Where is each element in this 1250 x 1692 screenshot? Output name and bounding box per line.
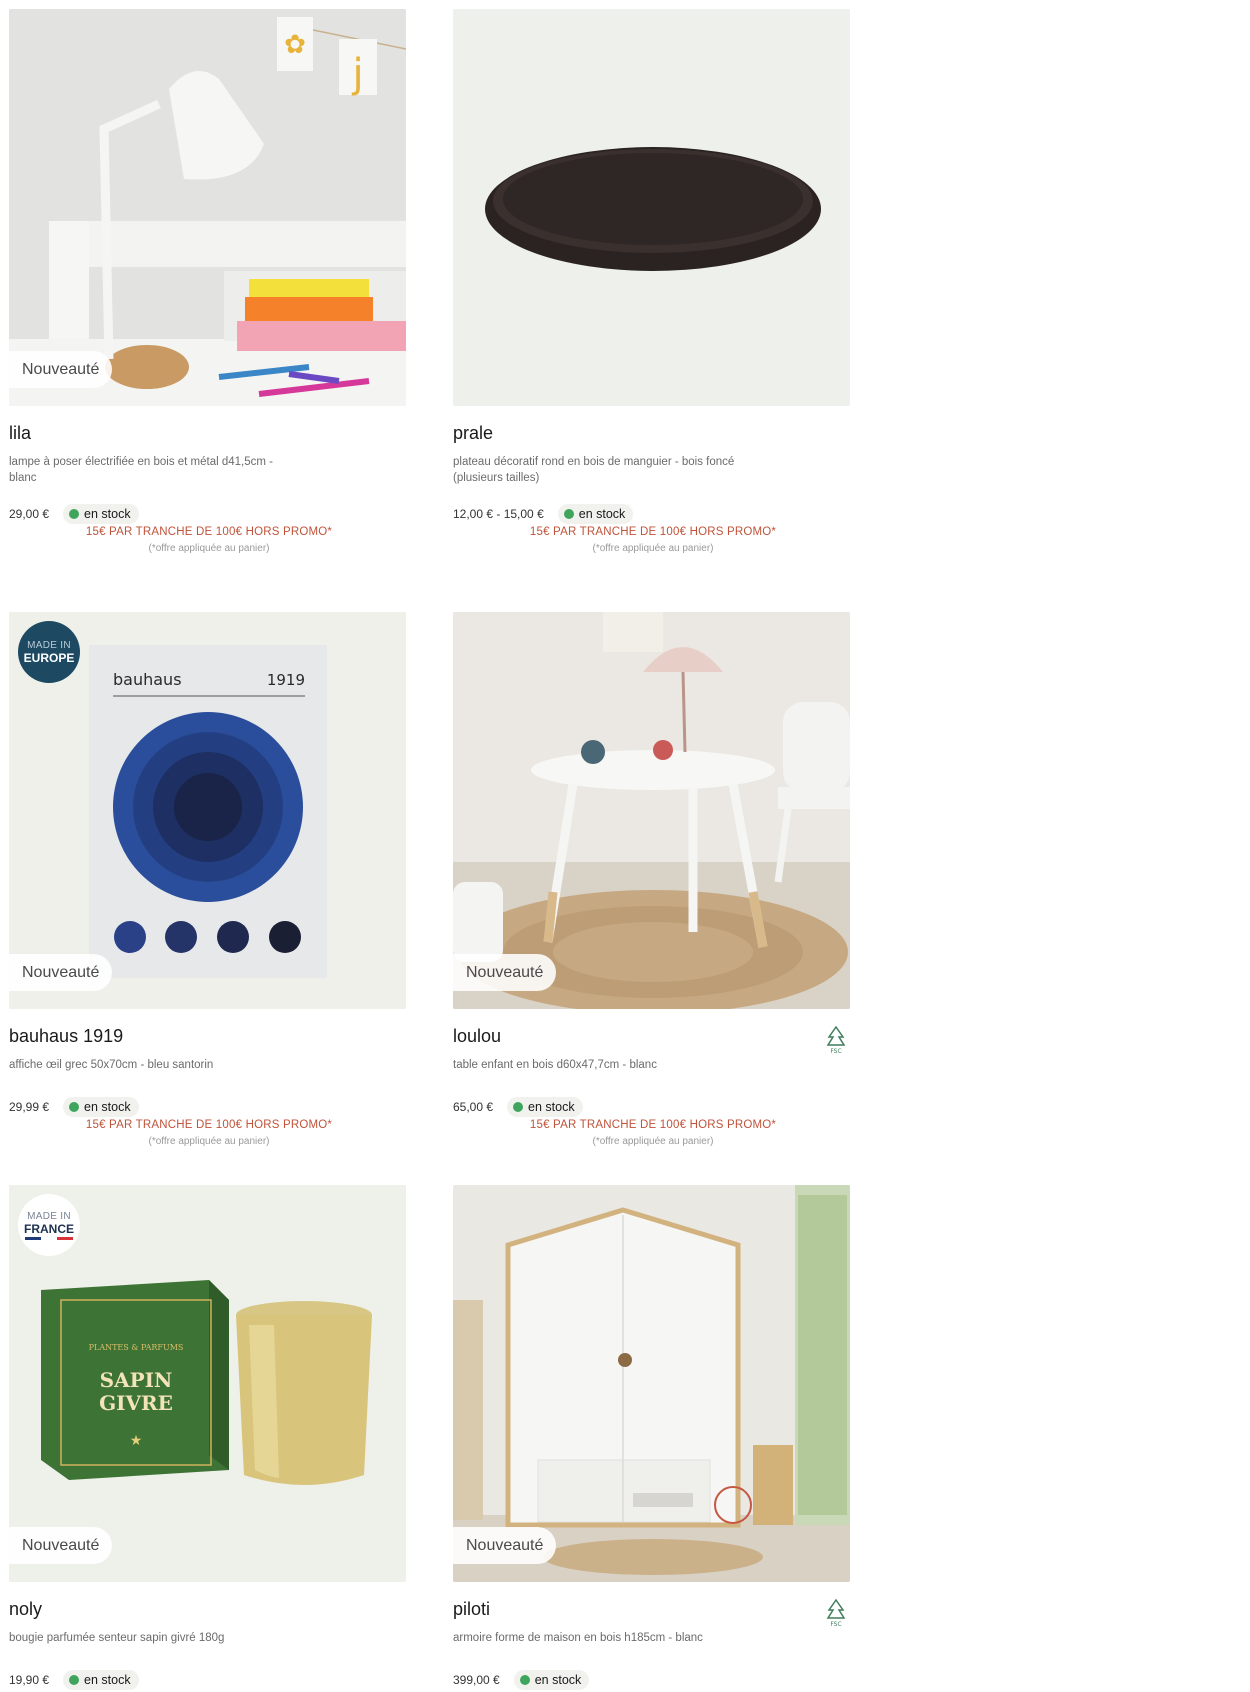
product-card-bauhaus-1919[interactable]: bauhaus 1919 MADE IN EUROPE Nouveauté ba… (9, 612, 406, 1147)
product-name[interactable]: loulou (453, 1025, 850, 1047)
stock-label: en stock (84, 1673, 131, 1687)
promo-note: (*offre appliquée au panier) (148, 1136, 270, 1147)
product-name[interactable]: prale (453, 422, 850, 444)
promo-note: (*offre appliquée au panier) (592, 543, 714, 554)
made-in-region: FRANCE (24, 1221, 74, 1236)
new-badge: Nouveauté (453, 954, 557, 991)
promo-text: 15€ PAR TRANCHE DE 100€ HORS PROMO* (529, 526, 777, 538)
product-card-piloti[interactable]: Nouveauté piloti FSC armoire forme de ma… (453, 1185, 850, 1690)
price-row: 399,00 € en stock (453, 1670, 590, 1690)
promo-text: 15€ PAR TRANCHE DE 100€ HORS PROMO* (85, 1119, 333, 1131)
price-row: 65,00 € en stock (453, 1097, 583, 1117)
fsc-label-text: FSC (830, 1048, 841, 1055)
svg-text:✿: ✿ (284, 30, 306, 60)
product-name[interactable]: lila (9, 422, 406, 444)
product-image[interactable] (453, 9, 850, 406)
stock-badge: en stock (63, 1097, 139, 1117)
promo-note: (*offre appliquée au panier) (148, 543, 270, 554)
promo-text: 15€ PAR TRANCHE DE 100€ HORS PROMO* (529, 1119, 777, 1131)
stock-dot-icon (69, 509, 80, 519)
new-badge: Nouveauté (9, 1527, 113, 1564)
new-badge: Nouveauté (9, 954, 113, 991)
price-row: 29,99 € en stock (9, 1097, 139, 1117)
stock-label: en stock (578, 507, 626, 521)
stock-label: en stock (84, 1100, 131, 1114)
box-scent-line2: GIVRE (99, 1391, 173, 1415)
product-price: 29,99 € (9, 1100, 50, 1114)
fsc-label-text: FSC (830, 1621, 841, 1628)
product-price: 29,00 € (9, 507, 50, 521)
new-badge: Nouveauté (9, 351, 113, 388)
product-description: table enfant en bois d60x47,7cm - blanc (453, 1059, 657, 1071)
stock-dot-icon (69, 1102, 80, 1112)
price-row: 12,00 € - 15,00 € en stock (453, 504, 634, 524)
stock-dot-icon (519, 1675, 530, 1685)
lamp-photo: ✿ j (9, 9, 406, 406)
stock-dot-icon (69, 1675, 80, 1685)
product-image[interactable]: Nouveauté (453, 1185, 850, 1582)
product-image[interactable]: PLANTES & PARFUMS SAPIN GIVRE ★ MADE IN … (9, 1185, 406, 1582)
promo-note: (*offre appliquée au panier) (592, 1136, 714, 1147)
product-price: 65,00 € (453, 1100, 494, 1114)
tray-photo (453, 9, 850, 406)
box-brand: PLANTES & PARFUMS (89, 1343, 184, 1352)
price-row: 29,00 € en stock (9, 504, 139, 524)
svg-text:j: j (351, 51, 363, 97)
product-description: armoire forme de maison en bois h185cm -… (453, 1632, 703, 1644)
stock-badge: en stock (63, 1670, 139, 1690)
poster-brand: bauhaus (113, 670, 182, 689)
fsc-label-icon: FSC (826, 1598, 846, 1628)
stock-dot-icon (513, 1102, 524, 1112)
product-image[interactable]: bauhaus 1919 MADE IN EUROPE Nouveauté (9, 612, 406, 1009)
product-description: lampe à poser électrifiée en bois et mét… (9, 456, 273, 484)
product-description: bougie parfumée senteur sapin givré 180g (9, 1632, 225, 1644)
stock-label: en stock (534, 1673, 582, 1687)
stock-badge: en stock (557, 504, 634, 524)
box-scent-line1: SAPIN (100, 1368, 173, 1392)
product-price: 19,90 € (9, 1673, 50, 1687)
product-name[interactable]: bauhaus 1919 (9, 1025, 406, 1047)
price-row: 19,90 € en stock (9, 1670, 139, 1690)
made-in-france-badge: MADE IN FRANCE (18, 1194, 80, 1256)
product-card-lila[interactable]: ✿ j Nouveauté lila lampe à poser électri… (9, 9, 406, 554)
wardrobe-photo (453, 1185, 850, 1582)
stock-badge: en stock (513, 1670, 590, 1690)
product-image[interactable]: Nouveauté (453, 612, 850, 1009)
stock-label: en stock (528, 1100, 575, 1114)
made-in-europe-badge: MADE IN EUROPE (18, 621, 80, 683)
product-card-noly[interactable]: PLANTES & PARFUMS SAPIN GIVRE ★ MADE IN … (9, 1185, 406, 1690)
promo-text: 15€ PAR TRANCHE DE 100€ HORS PROMO* (85, 526, 333, 538)
product-name[interactable]: noly (9, 1598, 406, 1620)
fsc-label-icon: FSC (826, 1025, 846, 1055)
new-badge: Nouveauté (453, 1527, 557, 1564)
svg-text:★: ★ (130, 1433, 143, 1449)
product-image[interactable]: ✿ j Nouveauté (9, 9, 406, 406)
product-description: plateau décoratif rond en bois de mangui… (453, 456, 735, 484)
product-name[interactable]: piloti (453, 1598, 850, 1620)
product-price: 12,00 € - 15,00 € (453, 507, 544, 521)
stock-badge: en stock (507, 1097, 583, 1117)
poster-year: 1919 (267, 671, 305, 689)
stock-badge: en stock (63, 504, 139, 524)
product-card-loulou[interactable]: Nouveauté loulou FSC table enfant en boi… (453, 612, 850, 1147)
made-in-region: EUROPE (23, 651, 75, 665)
kids-table-photo (453, 612, 850, 1009)
stock-label: en stock (84, 507, 131, 521)
stock-dot-icon (563, 509, 574, 519)
product-card-prale[interactable]: prale plateau décoratif rond en bois de … (453, 9, 850, 554)
product-description: affiche œil grec 50x70cm - bleu santorin (9, 1059, 214, 1071)
made-in-label: MADE IN (27, 1210, 71, 1222)
product-price: 399,00 € (453, 1673, 500, 1687)
french-flag-icon (25, 1236, 73, 1240)
